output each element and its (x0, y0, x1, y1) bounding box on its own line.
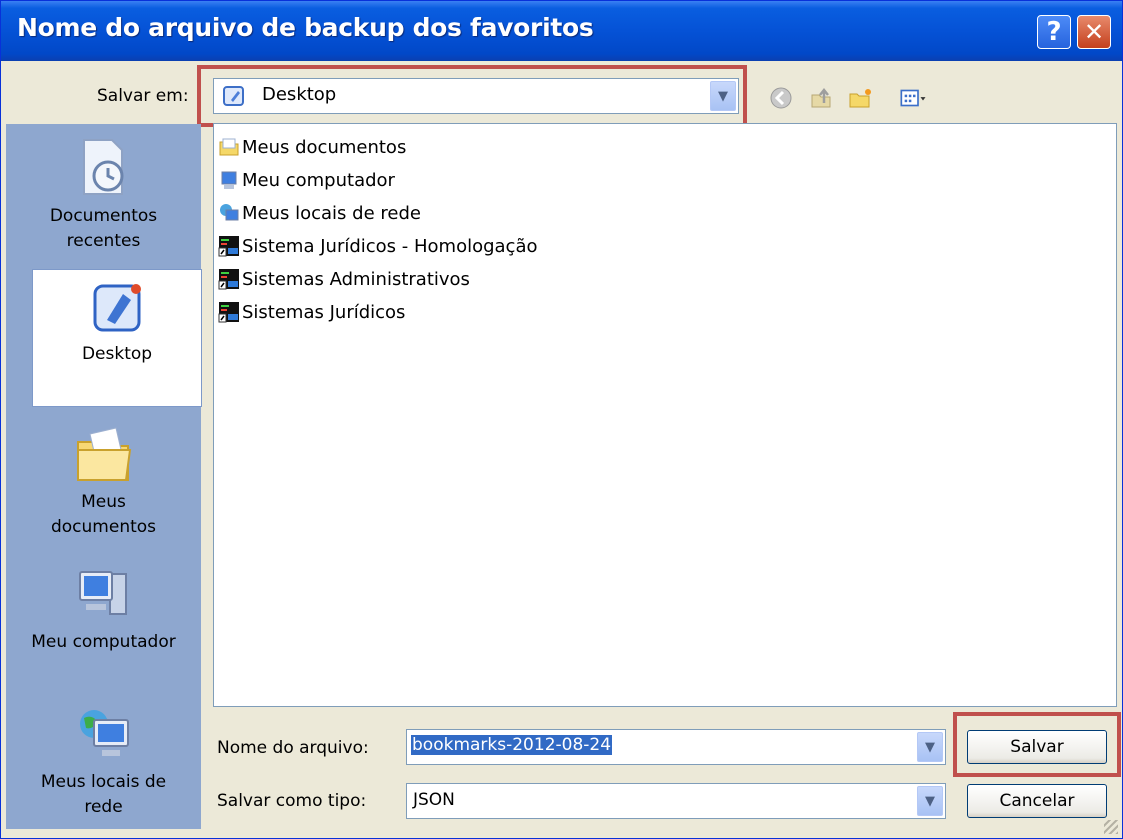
shortcut-app-icon (218, 269, 239, 290)
up-folder-icon[interactable] (806, 83, 836, 113)
place-label-line1: Documentos (49, 206, 158, 226)
network-places-icon (79, 710, 129, 756)
place-label-line2: recentes (66, 231, 141, 251)
cancel-button[interactable]: Cancelar (967, 784, 1107, 818)
shortcut-app-icon (218, 236, 239, 257)
save-dialog-window: Nome do arquivo de backup dos favoritos … (0, 0, 1123, 839)
highlight-box-save-in (197, 65, 747, 127)
computer-icon (221, 171, 237, 189)
filetype-select[interactable]: JSON ▼ (406, 783, 946, 819)
place-label-line2: documentos (50, 517, 157, 537)
new-folder-icon[interactable] (846, 83, 876, 113)
desktop-icon (93, 284, 141, 332)
filename-value: bookmarks-2012-08-24 (411, 735, 613, 755)
place-my-documents[interactable]: Meus documentos (6, 424, 201, 540)
place-label-line1: Meus (81, 492, 126, 512)
place-my-computer[interactable]: Meu computador (6, 564, 201, 655)
close-button[interactable]: ✕ (1077, 15, 1111, 49)
folder-icon (219, 138, 239, 156)
list-item[interactable]: Meus locais de rede (218, 198, 421, 228)
highlight-box-save-button (953, 712, 1121, 777)
title-bar[interactable]: Nome do arquivo de backup dos favoritos … (1, 1, 1122, 61)
list-item[interactable]: Meus documentos (218, 132, 406, 162)
filetype-value: JSON (413, 790, 455, 810)
places-bar: Documentos recentes Desktop Meus documen… (6, 124, 202, 829)
file-name: Meu computador (242, 169, 395, 191)
resize-grip-icon[interactable] (1104, 820, 1118, 834)
filename-input[interactable]: bookmarks-2012-08-24 ▼ (406, 729, 946, 765)
chevron-down-icon[interactable]: ▼ (917, 732, 943, 762)
network-icon (220, 204, 239, 221)
file-name: Sistemas Administrativos (242, 268, 470, 290)
shortcut-app-icon (218, 302, 239, 323)
file-name: Sistemas Jurídicos (242, 301, 406, 323)
list-item[interactable]: Sistemas Administrativos (218, 264, 470, 294)
recent-documents-icon (82, 139, 123, 195)
my-documents-folder-icon (76, 427, 131, 481)
back-icon[interactable] (766, 83, 796, 113)
place-recent-documents[interactable]: Documentos recentes (6, 136, 201, 254)
place-network-places[interactable]: Meus locais de rede (6, 704, 201, 820)
list-item[interactable]: Sistemas Jurídicos (218, 297, 405, 327)
my-computer-icon (78, 571, 127, 615)
save-in-label: Salvar em: (97, 86, 189, 106)
window-title: Nome do arquivo de backup dos favoritos (17, 13, 594, 42)
file-name: Meus locais de rede (242, 202, 421, 224)
file-name: Meus documentos (242, 136, 407, 158)
place-label-line1: Meu computador (31, 632, 176, 652)
list-item[interactable]: Sistema Jurídicos - Homologação (218, 231, 538, 261)
filetype-label: Salvar como tipo: (217, 791, 367, 811)
view-menu-icon[interactable] (898, 83, 928, 113)
help-button[interactable]: ? (1037, 15, 1071, 49)
place-desktop[interactable]: Desktop (32, 269, 202, 407)
file-name: Sistema Jurídicos - Homologação (242, 235, 538, 257)
filename-label: Nome do arquivo: (217, 738, 369, 758)
chevron-down-icon[interactable]: ▼ (917, 786, 943, 816)
place-label-line2: rede (84, 797, 123, 817)
list-item[interactable]: Meu computador (218, 165, 395, 195)
place-label-line1: Desktop (81, 344, 153, 364)
place-label-line1: Meus locais de (40, 772, 167, 792)
file-list[interactable]: Meus documentos Meu computador Meus loca… (213, 123, 1117, 707)
